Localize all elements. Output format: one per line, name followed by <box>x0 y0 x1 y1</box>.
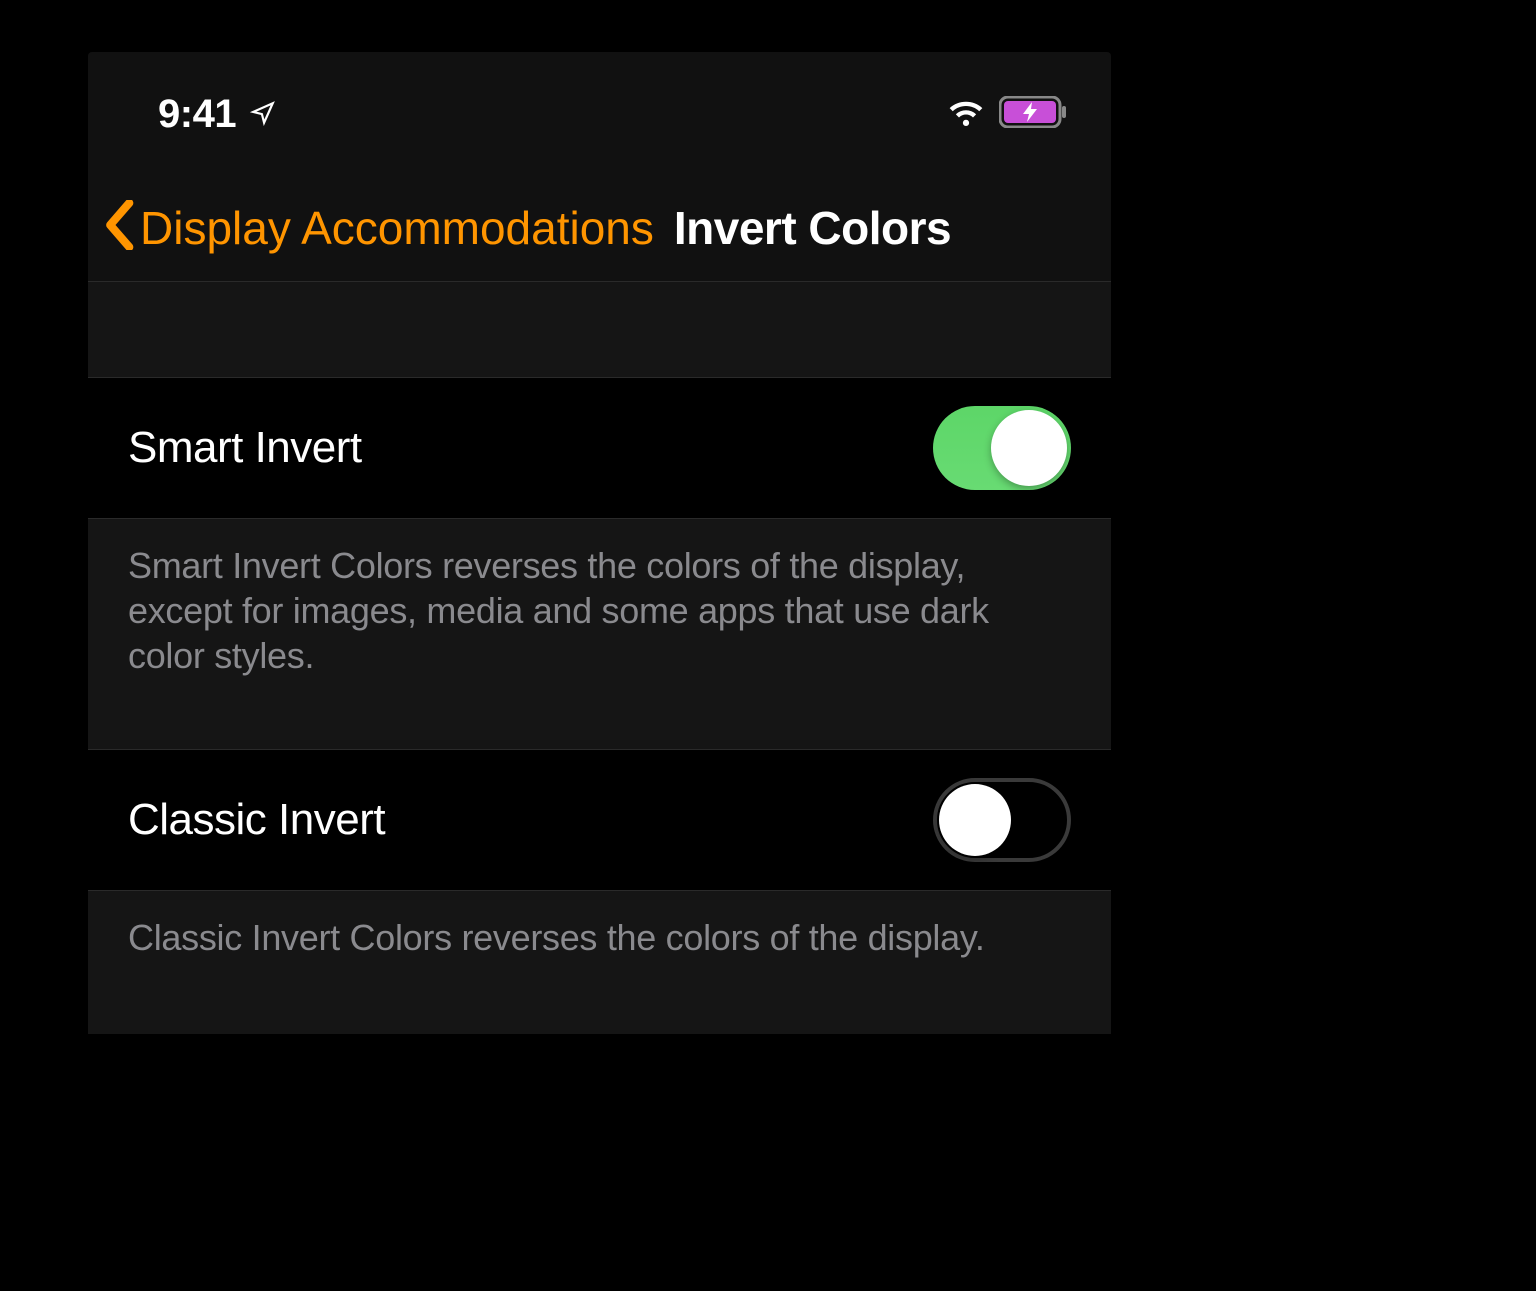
battery-charging-icon <box>999 96 1067 133</box>
nav-back-button[interactable]: Display Accommodations <box>140 201 654 255</box>
section-gap <box>88 728 1111 750</box>
settings-row-classic-invert: Classic Invert <box>88 750 1111 891</box>
chevron-back-icon[interactable] <box>102 200 136 255</box>
status-right <box>947 96 1067 133</box>
classic-invert-label: Classic Invert <box>128 795 385 845</box>
status-bar: 9:41 <box>88 52 1111 162</box>
section-spacer <box>88 282 1111 378</box>
classic-invert-toggle[interactable] <box>933 778 1071 862</box>
status-time: 9:41 <box>158 92 236 137</box>
smart-invert-description: Smart Invert Colors reverses the colors … <box>88 519 1111 728</box>
settings-screen: 9:41 <box>88 52 1111 1034</box>
smart-invert-label: Smart Invert <box>128 423 362 473</box>
nav-title: Invert Colors <box>674 201 951 255</box>
location-arrow-icon <box>246 98 276 131</box>
status-left: 9:41 <box>158 92 276 137</box>
smart-invert-toggle[interactable] <box>933 406 1071 490</box>
toggle-knob-icon <box>991 410 1067 486</box>
wifi-icon <box>947 98 985 131</box>
settings-row-smart-invert: Smart Invert <box>88 378 1111 519</box>
nav-bar: Display Accommodations Invert Colors <box>88 162 1111 282</box>
classic-invert-description: Classic Invert Colors reverses the color… <box>88 891 1111 1034</box>
toggle-knob-icon <box>939 784 1011 856</box>
